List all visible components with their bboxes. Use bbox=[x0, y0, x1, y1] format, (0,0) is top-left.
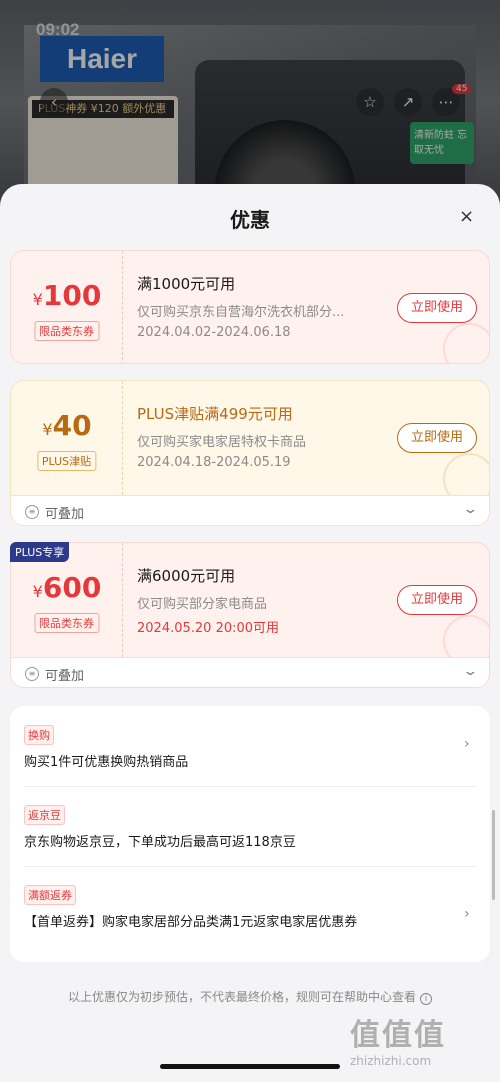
coupon-amount-value: 40 bbox=[52, 409, 92, 442]
watermark-site: zhizhizhi.com bbox=[350, 1054, 432, 1068]
chevron-down-icon[interactable]: ⌄ bbox=[462, 664, 478, 679]
benefits-list: 换购 购买1件可优惠换购热销商品 › 返京豆 京东购物返京豆，下单成功后最高可返… bbox=[10, 706, 490, 962]
coupon-amount: ¥40 bbox=[11, 409, 123, 442]
coupon-threshold: 满6000元可用 bbox=[137, 567, 236, 585]
coupon-type-tag: 限品类东券 bbox=[34, 321, 99, 341]
stack-icon: ≡ bbox=[25, 505, 39, 519]
benefit-text: 购买1件可优惠换购热销商品 bbox=[24, 755, 189, 770]
coupon-threshold: 满1000元可用 bbox=[137, 275, 236, 293]
info-icon[interactable]: i bbox=[420, 993, 432, 1005]
plus-exclusive-badge: PLUS专享 bbox=[10, 542, 70, 562]
divider bbox=[24, 866, 476, 867]
coupon-scope: 仅可购买家电家居特权卡商品 bbox=[137, 435, 307, 450]
chevron-right-icon[interactable]: › bbox=[464, 736, 470, 752]
coupon-scope: 仅可购买京东自营海尔洗衣机部分... bbox=[137, 305, 345, 320]
coupon-amount: ¥100 bbox=[11, 279, 123, 312]
benefit-item-coupon-return[interactable]: 满额返券 【首单返券】购家电家居部分品类满1元返家电家居优惠券 bbox=[24, 884, 476, 933]
coupon-card: ¥40 PLUS津贴 PLUS津贴满499元可用 仅可购买家电家居特权卡商品 2… bbox=[10, 380, 490, 526]
benefit-text: 京东购物返京豆，下单成功后最高可返118京豆 bbox=[24, 835, 296, 850]
currency-symbol: ¥ bbox=[32, 582, 43, 601]
coupon-validity: 2024.05.20 20:00可用 bbox=[137, 621, 280, 636]
close-icon[interactable]: × bbox=[459, 206, 474, 227]
home-indicator[interactable] bbox=[160, 1064, 340, 1069]
discount-sheet: 优惠 × ¥100 限品类东券 满1000元可用 仅可购买京东自营海尔洗衣机部分… bbox=[0, 184, 500, 1082]
benefit-item-jingdou: 返京豆 京东购物返京豆，下单成功后最高可返118京豆 bbox=[24, 804, 476, 853]
coupon-amount-value: 100 bbox=[42, 279, 102, 312]
currency-symbol: ¥ bbox=[32, 290, 43, 309]
coupon-type-tag: PLUS津贴 bbox=[36, 451, 97, 471]
watermark-logo: 值值值 bbox=[350, 1018, 446, 1053]
chevron-right-icon[interactable]: › bbox=[464, 906, 470, 922]
coupon-validity: 2024.04.18-2024.05.19 bbox=[137, 455, 291, 470]
disclaimer-text: 以上优惠仅为初步预估，不代表最终价格，规则可在帮助中心查看 bbox=[67, 990, 416, 1004]
stack-icon: ≡ bbox=[25, 667, 39, 681]
chevron-down-icon[interactable]: ⌄ bbox=[462, 502, 478, 517]
benefit-tag: 返京豆 bbox=[24, 805, 65, 825]
scrollbar[interactable] bbox=[492, 810, 495, 900]
stackable-row[interactable]: ≡ 可叠加 ⌄ bbox=[11, 657, 489, 687]
divider bbox=[24, 786, 476, 787]
benefit-text: 【首单返券】购家电家居部分品类满1元返家电家居优惠券 bbox=[24, 915, 358, 930]
use-now-button[interactable]: 立即使用 bbox=[397, 423, 477, 453]
currency-symbol: ¥ bbox=[42, 420, 53, 439]
coupon-scope: 仅可购买部分家电商品 bbox=[137, 597, 268, 612]
stackable-row[interactable]: ≡ 可叠加 ⌄ bbox=[11, 495, 489, 525]
benefit-tag: 换购 bbox=[24, 725, 54, 745]
sheet-title: 优惠 bbox=[230, 208, 270, 232]
stackable-label: 可叠加 bbox=[45, 669, 85, 684]
coupon-value-area: ¥100 限品类东券 bbox=[11, 251, 123, 363]
coupon-threshold: PLUS津贴满499元可用 bbox=[137, 405, 293, 423]
disclaimer: 以上优惠仅为初步预估，不代表最终价格，规则可在帮助中心查看 i bbox=[0, 988, 500, 1005]
stackable-label: 可叠加 bbox=[45, 507, 85, 522]
use-now-button[interactable]: 立即使用 bbox=[397, 293, 477, 323]
coupon-type-tag: 限品类东券 bbox=[34, 613, 99, 633]
coupon-card: ¥600 限品类东券 满6000元可用 仅可购买部分家电商品 2024.05.2… bbox=[10, 542, 490, 688]
coupon-amount-value: 600 bbox=[42, 571, 102, 604]
benefit-tag: 满额返券 bbox=[24, 885, 76, 905]
benefit-item-exchange[interactable]: 换购 购买1件可优惠换购热销商品 bbox=[24, 724, 476, 773]
use-now-button[interactable]: 立即使用 bbox=[397, 585, 477, 615]
site-watermark: 值值值 zhizhizhi.com bbox=[350, 1010, 490, 1076]
coupon-amount: ¥600 bbox=[11, 571, 123, 604]
coupon-value-area: ¥40 PLUS津贴 bbox=[11, 381, 123, 495]
coupon-card: ¥100 限品类东券 满1000元可用 仅可购买京东自营海尔洗衣机部分... 2… bbox=[10, 250, 490, 364]
coupon-validity: 2024.04.02-2024.06.18 bbox=[137, 325, 291, 340]
